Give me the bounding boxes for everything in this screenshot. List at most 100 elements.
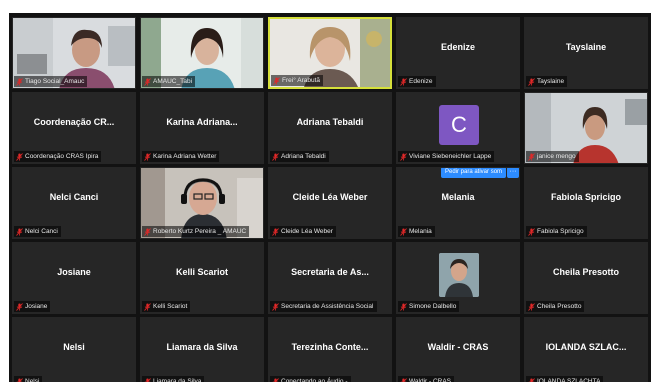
meeting-gallery-view: Tiago Social_Amauc AMAUC_Tabi Frei° Arabut… (9, 13, 651, 382)
muted-microphone-icon (400, 377, 407, 382)
participant-name: Nelsi (25, 378, 40, 382)
participant-name: Cheila Presotto (537, 303, 582, 310)
participant-name-label: Nelci Canci (14, 226, 61, 237)
participant-name: Fabiola Spricigo (537, 228, 584, 235)
participant-tile[interactable]: C Viviane Siebeneichler Lappe (396, 92, 520, 164)
participant-tile[interactable]: Fabiola Spricigo Fabiola Spricigo (524, 167, 648, 239)
muted-microphone-icon (528, 377, 535, 382)
participant-tile[interactable]: Edenize Edenize (396, 17, 520, 89)
participant-tile[interactable]: Terezinha Conte... Conectando ao Áudio - (268, 317, 392, 382)
participant-display-name: Kelli Scariot (175, 267, 229, 277)
muted-microphone-icon (16, 302, 23, 311)
participant-display-name: Adriana Tebaldi (296, 117, 364, 127)
participant-tile[interactable]: Karina Adriana... Karina Adriana Wetter (140, 92, 264, 164)
participant-tile[interactable]: janice mengo (524, 92, 648, 164)
participant-display-name: Cleide Léa Weber (292, 192, 368, 202)
participant-display-name: Terezinha Conte... (291, 342, 369, 352)
participant-display-name: Cheila Presotto (552, 267, 619, 277)
participant-name: AMAUC_Tabi (153, 78, 193, 85)
participant-name-label: Tayslaine (526, 76, 568, 87)
participant-name-label: Kelli Scariot (142, 301, 191, 312)
participant-name-label: Adriana Tebaldi (270, 151, 329, 162)
ask-to-unmute-button[interactable]: Pedir para ativar som (441, 168, 507, 178)
participant-tile[interactable]: Kelli Scariot Kelli Scariot (140, 242, 264, 314)
participant-name: Conectando ao Áudio - (281, 378, 348, 382)
participant-display-name: Waldir - CRAS (427, 342, 489, 352)
participant-name-label: Cheila Presotto (526, 301, 585, 312)
participant-tile[interactable]: Tayslaine Tayslaine (524, 17, 648, 89)
participant-avatar: C (439, 105, 479, 145)
participant-name: Secretaria de Assistência Social (281, 303, 374, 310)
muted-microphone-icon (528, 227, 535, 236)
participant-tile[interactable]: Josiane Josiane (12, 242, 136, 314)
participant-display-name: Edenize (440, 42, 475, 52)
muted-microphone-icon (144, 227, 151, 236)
participant-tile[interactable]: AMAUC_Tabi (140, 17, 264, 89)
muted-microphone-icon (272, 377, 279, 382)
participant-tile[interactable]: Simone Dalbello (396, 242, 520, 314)
participant-display-name: Fabiola Spricigo (550, 192, 621, 202)
muted-microphone-icon (16, 152, 23, 161)
participant-name: Josiane (25, 303, 48, 310)
participant-name: Nelci Canci (25, 228, 58, 235)
participant-tile[interactable]: Secretaria de As... Secretaria de Assistê… (268, 242, 392, 314)
participant-name-label: Josiane (14, 301, 51, 312)
participant-name-label: Conectando ao Áudio - (270, 376, 351, 382)
participant-tile[interactable]: Cleide Léa Weber Cleide Léa Weber (268, 167, 392, 239)
participant-name-label: Roberto Kurtz Pereira _ AMAUC (142, 226, 250, 237)
participant-display-name: Tayslaine (565, 42, 607, 52)
participant-name: Karina Adriana Wetter (153, 153, 217, 160)
muted-microphone-icon (528, 152, 535, 161)
participant-tile[interactable]: Cheila Presotto Cheila Presotto (524, 242, 648, 314)
participant-tile[interactable]: Waldir - CRAS Waldir - CRAS (396, 317, 520, 382)
muted-microphone-icon (400, 302, 407, 311)
participant-name-label: Simone Dalbello (398, 301, 460, 312)
participant-tile[interactable]: IOLANDA SZLAC... IOLANDA SZLACHTA (524, 317, 648, 382)
muted-microphone-icon (400, 227, 407, 236)
participant-display-name: IOLANDA SZLAC... (545, 342, 627, 352)
muted-microphone-icon (273, 76, 280, 85)
participant-name-label: Coordenação CRAS Ipira (14, 151, 102, 162)
participant-name: Melania (409, 228, 432, 235)
muted-microphone-icon (528, 302, 535, 311)
participant-name: Waldir - CRAS (409, 378, 452, 382)
participant-tile[interactable]: Nelci Canci Nelci Canci (12, 167, 136, 239)
muted-microphone-icon (16, 77, 23, 86)
participant-display-name: Coordenação CR... (33, 117, 115, 127)
muted-microphone-icon (144, 77, 151, 86)
participant-tile[interactable]: Frei° Arabutã (268, 17, 392, 89)
participant-name-label: Frei° Arabutã (271, 75, 324, 86)
participant-name: Coordenação CRAS Ipira (25, 153, 99, 160)
participant-tile[interactable]: Melania Pedir para ativar som ··· Melania (396, 167, 520, 239)
muted-microphone-icon (400, 77, 407, 86)
participant-tile[interactable]: Adriana Tebaldi Adriana Tebaldi (268, 92, 392, 164)
muted-microphone-icon (144, 152, 151, 161)
more-options-button[interactable]: ··· (507, 168, 519, 178)
participant-display-name: Melania (441, 192, 475, 202)
participant-name: Kelli Scariot (153, 303, 188, 310)
participant-name: IOLANDA SZLACHTA (537, 378, 601, 382)
participant-tile[interactable]: Liamara da Silva Liamara da Silva (140, 317, 264, 382)
muted-microphone-icon (272, 227, 279, 236)
participant-tile[interactable]: Roberto Kurtz Pereira _ AMAUC (140, 167, 264, 239)
participant-name-label: Melania (398, 226, 435, 237)
participant-display-name: Nelsi (63, 342, 85, 352)
participant-display-name: Josiane (57, 267, 91, 277)
participant-tile[interactable]: Tiago Social_Amauc (12, 17, 136, 89)
participant-tile[interactable]: Coordenação CR... Coordenação CRAS Ipira (12, 92, 136, 164)
participant-name-label: Secretaria de Assistência Social (270, 301, 377, 312)
participant-name: Roberto Kurtz Pereira _ AMAUC (153, 228, 247, 235)
participant-display-name: Liamara da Silva (166, 342, 238, 352)
participant-name-label: Viviane Siebeneichler Lappe (398, 151, 495, 162)
participant-display-name: Secretaria de As... (291, 267, 369, 277)
participant-name-label: IOLANDA SZLACHTA (526, 376, 604, 382)
participant-display-name: Nelci Canci (49, 192, 99, 202)
participant-name: Simone Dalbello (409, 303, 457, 310)
participant-name-label: AMAUC_Tabi (142, 76, 196, 87)
muted-microphone-icon (272, 302, 279, 311)
participant-name-label: Liamara da Silva (142, 376, 205, 382)
muted-microphone-icon (144, 377, 151, 382)
participant-name-label: Cleide Léa Weber (270, 226, 336, 237)
participant-profile-photo (439, 253, 479, 297)
participant-tile[interactable]: Nelsi Nelsi (12, 317, 136, 382)
